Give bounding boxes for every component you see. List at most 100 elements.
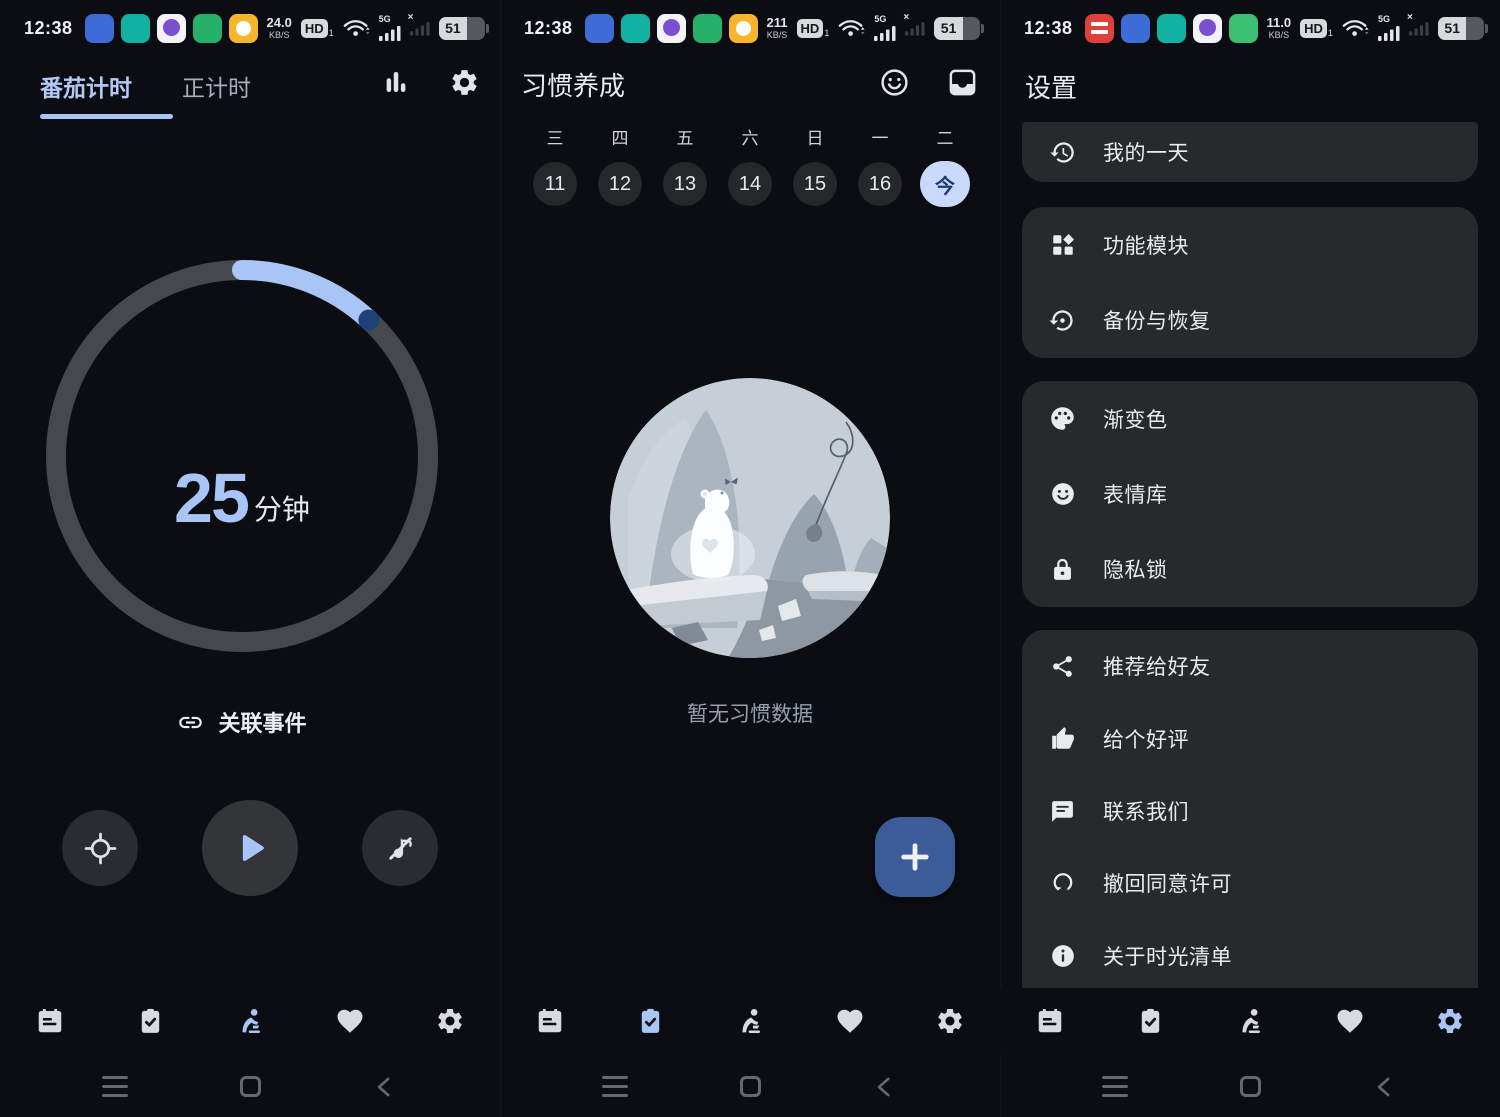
- home-button[interactable]: [740, 1076, 761, 1097]
- settings-group: 渐变色 表情库 隐私锁: [1022, 381, 1478, 607]
- settings-item-backup[interactable]: 备份与恢复: [1022, 283, 1478, 359]
- signal-bars-icon: [379, 25, 401, 41]
- start-timer-button[interactable]: [202, 800, 298, 896]
- nav-favorites[interactable]: [800, 988, 900, 1054]
- backup-restore-icon: [1049, 307, 1076, 334]
- settings-item-modules[interactable]: 功能模块: [1022, 207, 1478, 283]
- play-icon: [231, 829, 269, 867]
- back-button[interactable]: [872, 1074, 898, 1100]
- settings-item-rate[interactable]: 给个好评: [1022, 702, 1478, 774]
- android-gesture-bar: [500, 1056, 1000, 1117]
- settings-item-recommend[interactable]: 推荐给好友: [1022, 630, 1478, 702]
- settings-item-my-day[interactable]: 我的一天: [1022, 122, 1478, 182]
- settings-item-contact[interactable]: 联系我们: [1022, 775, 1478, 847]
- tab-countup[interactable]: 正计时: [182, 69, 251, 103]
- date-13[interactable]: 13: [660, 160, 710, 208]
- status-app-icon: [585, 14, 614, 43]
- focus-mode-button[interactable]: [62, 810, 138, 886]
- nav-favorites[interactable]: [1300, 988, 1400, 1054]
- timer-value: 25 分钟: [44, 258, 440, 654]
- bar-chart-icon[interactable]: [380, 66, 412, 98]
- nav-favorites[interactable]: [300, 988, 400, 1054]
- settings-item-privacy[interactable]: 隐私锁: [1022, 532, 1478, 607]
- bottom-nav: [1000, 988, 1500, 1054]
- page-title: 设置: [1025, 68, 1077, 105]
- date-15[interactable]: 15: [790, 160, 840, 208]
- focus-person-icon: [235, 1006, 266, 1037]
- battery-icon: 51: [439, 17, 489, 40]
- clipboard-check-icon: [636, 1007, 665, 1036]
- empty-state-text: 暂无习惯数据: [500, 698, 1000, 728]
- screen-pomodoro: 12:38 24.0 KB/S HD 1 5G: [0, 0, 500, 1117]
- weekday-label: 一: [858, 124, 902, 149]
- nav-settings[interactable]: [1400, 988, 1500, 1054]
- composite-screenshot: 12:38 24.0 KB/S HD 1 5G: [0, 0, 1500, 1117]
- status-bar: 12:38 211 KB/S HD 1 5G: [500, 0, 1000, 56]
- gear-icon[interactable]: [448, 66, 480, 98]
- android-gesture-bar: [0, 1056, 500, 1117]
- share-icon: [1049, 653, 1076, 680]
- date-12[interactable]: 12: [595, 160, 645, 208]
- add-habit-button[interactable]: [875, 817, 955, 897]
- timer-minutes: 25: [174, 470, 248, 526]
- home-button[interactable]: [240, 1076, 261, 1097]
- back-button[interactable]: [372, 1074, 398, 1100]
- nav-calendar[interactable]: [0, 988, 100, 1054]
- hd-indicator: HD 1: [301, 19, 334, 38]
- timer-unit: 分钟: [254, 496, 310, 526]
- recents-button[interactable]: [1102, 1076, 1128, 1097]
- date-today[interactable]: 今: [920, 160, 970, 208]
- screen-settings: 12:38 11.0 KB/S HD 1 5G: [1000, 0, 1500, 1117]
- nav-tasks[interactable]: [600, 988, 700, 1054]
- recents-button[interactable]: [102, 1076, 128, 1097]
- nav-tasks[interactable]: [1100, 988, 1200, 1054]
- android-gesture-bar: [1000, 1056, 1500, 1117]
- link-event-label: 关联事件: [218, 706, 306, 738]
- date-16[interactable]: 16: [855, 160, 905, 208]
- back-button[interactable]: [1372, 1074, 1398, 1100]
- settings-item-about[interactable]: 关于时光清单: [1022, 920, 1478, 992]
- notification-app-icons: [1085, 14, 1258, 43]
- music-off-icon: [385, 833, 416, 864]
- clock-time: 12:38: [1024, 18, 1073, 39]
- focus-person-icon: [1235, 1006, 1266, 1037]
- gear-icon: [935, 1006, 965, 1036]
- status-app-icon: [1121, 14, 1150, 43]
- recents-button[interactable]: [602, 1076, 628, 1097]
- heart-icon: [835, 1006, 865, 1036]
- nav-calendar[interactable]: [500, 988, 600, 1054]
- signal-bars-icon: [1378, 25, 1400, 41]
- battery-icon: 51: [1438, 17, 1488, 40]
- network-speed: 11.0 KB/S: [1267, 16, 1292, 40]
- sound-off-button[interactable]: [362, 810, 438, 886]
- status-app-icon: [85, 14, 114, 43]
- nav-settings[interactable]: [900, 988, 1000, 1054]
- clock-time: 12:38: [524, 18, 573, 39]
- info-icon: [1049, 942, 1076, 969]
- weekday-row: 三 四 五 六 日 一 二: [500, 124, 1000, 149]
- calendar-icon: [1035, 1006, 1065, 1036]
- clock-time: 12:38: [24, 18, 73, 39]
- nav-tasks[interactable]: [100, 988, 200, 1054]
- tab-pomodoro[interactable]: 番茄计时: [40, 69, 132, 103]
- date-11[interactable]: 11: [530, 160, 580, 208]
- nav-calendar[interactable]: [1000, 988, 1100, 1054]
- nav-focus[interactable]: [200, 988, 300, 1054]
- status-app-icon: [1193, 14, 1222, 43]
- settings-item-withdraw[interactable]: 撤回同意许可: [1022, 847, 1478, 919]
- nav-focus[interactable]: [700, 988, 800, 1054]
- gear-icon: [435, 1006, 465, 1036]
- smiley-outline-icon[interactable]: [878, 66, 910, 98]
- nav-focus[interactable]: [1200, 988, 1300, 1054]
- weekday-label: 日: [793, 124, 837, 149]
- thumb-up-icon: [1049, 725, 1076, 752]
- home-button[interactable]: [1240, 1076, 1261, 1097]
- settings-item-emoji[interactable]: 表情库: [1022, 456, 1478, 531]
- date-14[interactable]: 14: [725, 160, 775, 208]
- settings-item-gradient[interactable]: 渐变色: [1022, 381, 1478, 456]
- link-event-button[interactable]: 关联事件: [0, 700, 484, 744]
- inbox-icon[interactable]: [946, 66, 978, 98]
- bottom-nav: [500, 988, 1000, 1054]
- status-app-icon: [693, 14, 722, 43]
- nav-settings[interactable]: [400, 988, 500, 1054]
